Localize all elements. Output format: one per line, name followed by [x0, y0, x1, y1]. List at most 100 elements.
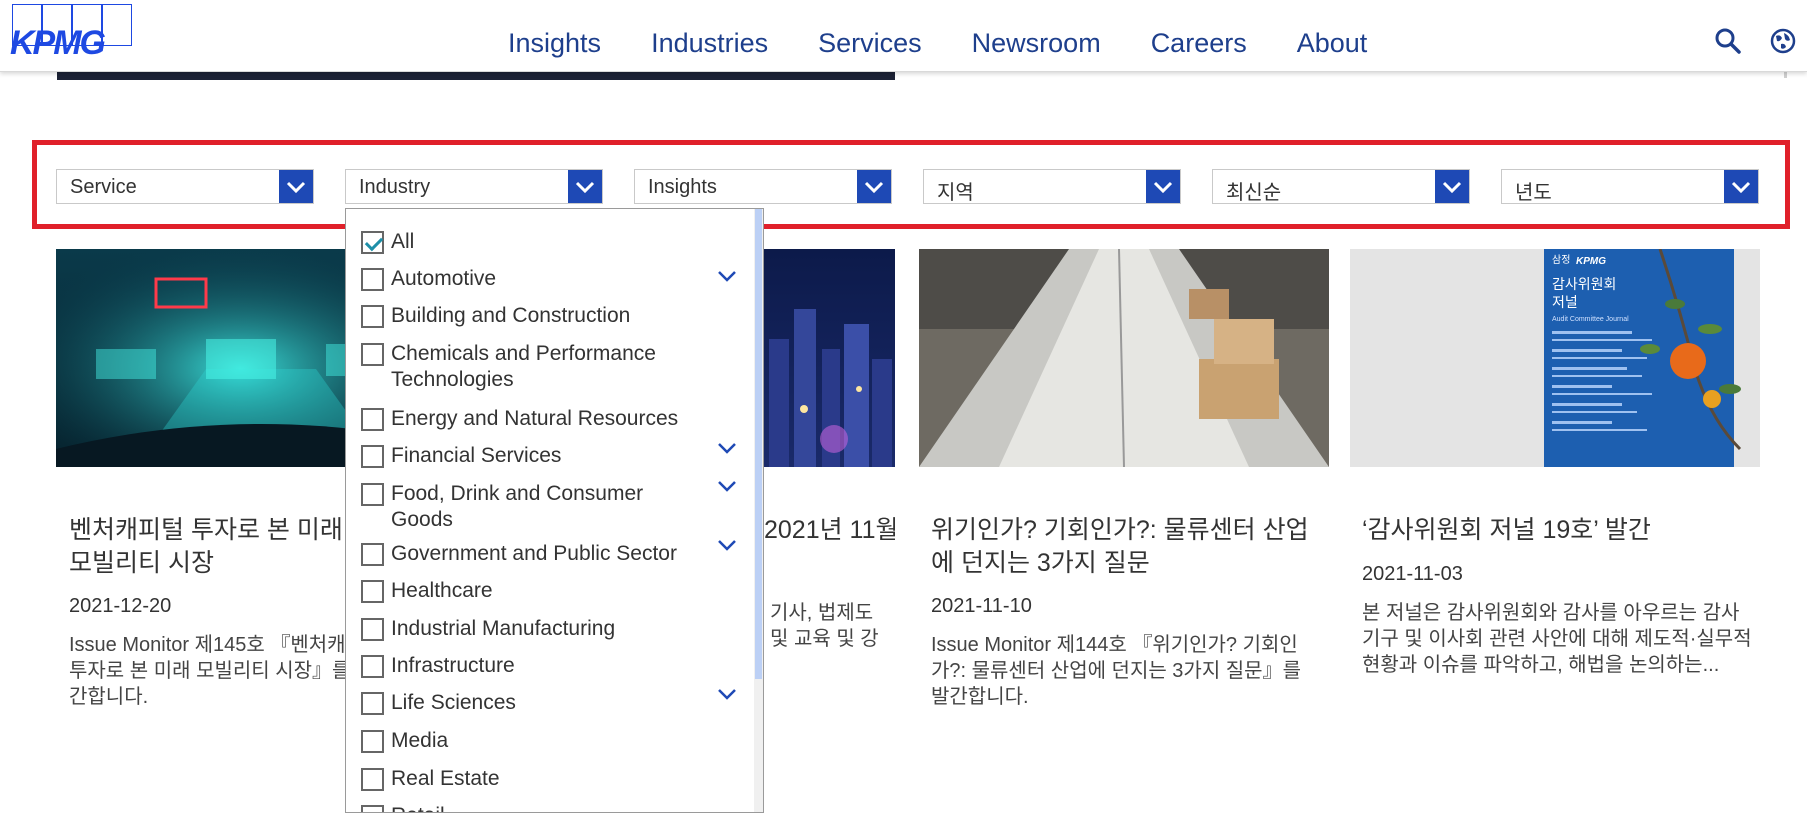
logo-text: KPMG — [10, 24, 106, 62]
industry-option[interactable]: All — [361, 229, 414, 255]
card-date: 2021-11-10 — [931, 595, 1032, 617]
checkbox[interactable] — [361, 655, 384, 678]
card-date: 2021-11-03 — [1362, 563, 1463, 585]
checkbox[interactable] — [361, 618, 384, 641]
nav-industries[interactable]: Industries — [651, 28, 768, 59]
site-header: KPMG Insights Industries Services Newsro… — [0, 0, 1807, 72]
checkbox[interactable] — [361, 692, 384, 715]
chevron-down-icon[interactable] — [716, 479, 738, 493]
chevron-down-icon[interactable] — [716, 269, 738, 283]
industry-dropdown-list[interactable]: All Automotive Building and Construction… — [345, 208, 764, 813]
card-title[interactable]: 2021년 11월호 — [764, 514, 895, 547]
card-image-journal[interactable]: 삼정 KPMG 감사위원회 저널 Audit Committee Journal — [1350, 249, 1760, 467]
industry-option[interactable]: Real Estate — [361, 766, 500, 792]
option-label: Chemicals and Performance Technologies — [391, 342, 656, 391]
checkbox[interactable] — [361, 268, 384, 291]
industry-option[interactable]: Energy and Natural Resources — [361, 406, 678, 432]
journal-brand: KPMG — [1576, 256, 1606, 267]
industry-option[interactable]: Automotive — [361, 266, 496, 292]
year-filter[interactable]: 년도 — [1501, 169, 1759, 204]
main-nav: Insights Industries Services Newsroom Ca… — [508, 28, 1417, 59]
industry-option[interactable]: Retail — [361, 803, 445, 812]
region-filter[interactable]: 지역 — [923, 169, 1181, 204]
checkbox[interactable] — [361, 805, 384, 812]
checkbox-checked[interactable] — [361, 231, 384, 254]
filter-label: Insights — [648, 176, 717, 198]
checkbox[interactable] — [361, 343, 384, 366]
chevron-down-icon[interactable] — [716, 441, 738, 455]
industry-option[interactable]: Building and Construction — [361, 303, 630, 329]
journal-title-line1: 감사위원회 — [1552, 277, 1616, 293]
service-filter[interactable]: Service — [56, 169, 314, 204]
nav-services[interactable]: Services — [818, 28, 922, 59]
nav-about[interactable]: About — [1297, 28, 1368, 59]
chevron-down-icon[interactable] — [716, 687, 738, 701]
option-label: Industrial Manufacturing — [391, 617, 616, 640]
checkbox[interactable] — [361, 445, 384, 468]
sort-filter[interactable]: 최신순 — [1212, 169, 1470, 204]
card-image-logistics[interactable] — [919, 249, 1329, 467]
option-label: All — [391, 230, 415, 253]
filter-label: Service — [70, 176, 137, 198]
checkbox[interactable] — [361, 580, 384, 603]
option-label: Building and Construction — [391, 304, 631, 327]
globe-icon[interactable] — [1768, 26, 1798, 56]
card-title[interactable]: 위기인가? 기회인가?: 물류센터 산업에 던지는 3가지 질문 — [931, 514, 1321, 580]
chevron-down-icon[interactable] — [857, 170, 891, 203]
card-title[interactable]: 벤처캐피털 투자로 본 미래 모빌리티 시장 — [69, 514, 369, 580]
journal-title-line2: 저널 — [1552, 295, 1578, 311]
filter-label: 지역 — [937, 182, 974, 204]
checkbox[interactable] — [361, 730, 384, 753]
option-label: Food, Drink and Consumer Goods — [391, 482, 644, 531]
card-desc: 기사, 법제도 및 교육 및 강 — [770, 602, 879, 650]
checkbox[interactable] — [361, 543, 384, 566]
card-title[interactable]: ‘감사위원회 저널 19호’ 발간 — [1362, 514, 1762, 547]
nav-insights[interactable]: Insights — [508, 28, 601, 59]
industry-option[interactable]: Financial Services — [361, 443, 561, 469]
filter-label: 년도 — [1515, 182, 1552, 204]
checkbox[interactable] — [361, 408, 384, 431]
option-label: Financial Services — [391, 444, 562, 467]
industry-option[interactable]: Chemicals and Performance Technologies — [361, 341, 691, 393]
chevron-down-icon[interactable] — [279, 170, 313, 203]
industry-option[interactable]: Life Sciences — [361, 690, 516, 716]
chevron-down-icon[interactable] — [1146, 170, 1180, 203]
dropdown-scrollbar[interactable] — [754, 209, 763, 812]
insights-filter[interactable]: Insights — [634, 169, 892, 204]
option-label: Retail — [391, 803, 445, 812]
card-desc: Issue Monitor 제145호 『벤처캐피털 투자로 본 미래 모빌리티… — [69, 634, 383, 708]
option-label: Real Estate — [391, 767, 500, 790]
option-label: Life Sciences — [391, 691, 516, 714]
checkbox[interactable] — [361, 768, 384, 791]
checkbox[interactable] — [361, 305, 384, 328]
nav-careers[interactable]: Careers — [1151, 28, 1247, 59]
search-icon[interactable] — [1713, 26, 1743, 56]
card-desc: 본 저널은 감사위원회와 감사를 아우르는 감사기구 및 이사회 관련 사안에 … — [1362, 602, 1752, 676]
option-label: Media — [391, 729, 449, 752]
filter-label: 최신순 — [1226, 182, 1282, 204]
chevron-down-icon[interactable] — [1435, 170, 1469, 203]
chevron-down-icon[interactable] — [1724, 170, 1758, 203]
industry-option[interactable]: Food, Drink and Consumer Goods — [361, 481, 691, 533]
chevron-down-icon[interactable] — [716, 538, 738, 552]
scrollbar-thumb[interactable] — [755, 209, 762, 679]
kpmg-logo[interactable]: KPMG — [8, 4, 140, 62]
journal-issuer: 삼정 — [1552, 254, 1570, 266]
option-label: Automotive — [391, 267, 497, 290]
industry-option[interactable]: Infrastructure — [361, 653, 515, 679]
option-label: Energy and Natural Resources — [391, 407, 679, 430]
page: KPMG Insights Industries Services Newsro… — [0, 0, 1807, 825]
nav-newsroom[interactable]: Newsroom — [972, 28, 1101, 59]
option-label: Infrastructure — [391, 654, 515, 677]
industry-option[interactable]: Industrial Manufacturing — [361, 616, 615, 642]
option-label: Government and Public Sector — [391, 542, 677, 565]
industry-filter[interactable]: Industry — [345, 169, 603, 204]
card-image-city[interactable] — [764, 249, 895, 467]
chevron-down-icon[interactable] — [568, 170, 602, 203]
industry-option[interactable]: Government and Public Sector — [361, 541, 677, 567]
industry-option[interactable]: Media — [361, 728, 448, 754]
journal-subtitle: Audit Committee Journal — [1552, 316, 1629, 323]
card-date: 2021-12-20 — [69, 595, 172, 617]
checkbox[interactable] — [361, 483, 384, 506]
industry-option[interactable]: Healthcare — [361, 578, 493, 604]
